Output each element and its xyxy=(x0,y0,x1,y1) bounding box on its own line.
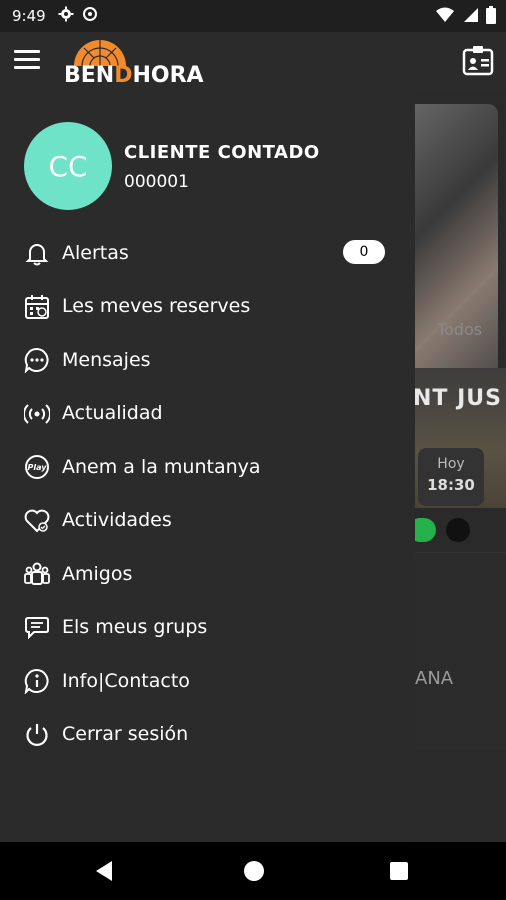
chat-bubble-icon xyxy=(24,347,50,374)
system-nav-bar xyxy=(0,842,506,900)
signal-icon xyxy=(462,7,478,27)
logo-text-accent: D xyxy=(114,63,133,88)
user-id: 000001 xyxy=(124,172,189,192)
menu-item-alertas[interactable]: Alertas 0 xyxy=(0,226,415,280)
play-icon: Play xyxy=(24,454,50,480)
menu-item-actividades[interactable]: Actividades xyxy=(0,494,415,548)
info-icon xyxy=(24,668,50,695)
wifi-icon xyxy=(436,7,454,27)
lower-card xyxy=(400,552,506,751)
alerts-count-badge: 0 xyxy=(343,240,385,264)
lower-card-text: ANA xyxy=(415,668,454,689)
people-icon xyxy=(24,561,50,587)
menu-item-muntanya[interactable]: Play Anem a la muntanya xyxy=(0,440,415,494)
event-time-box: Hoy 18:30 xyxy=(418,448,484,506)
menu-item-actualidad[interactable]: Actualidad xyxy=(0,387,415,441)
event-day: Hoy xyxy=(437,456,465,472)
menu-item-label: Els meus grups xyxy=(62,616,208,639)
power-icon xyxy=(24,722,50,748)
menu-item-logout[interactable]: Cerrar sesión xyxy=(0,708,415,762)
tab-todos[interactable]: Todos xyxy=(437,320,482,339)
menu-item-amigos[interactable]: Amigos xyxy=(0,547,415,601)
avatar[interactable]: CC xyxy=(24,122,112,210)
navigation-drawer: CC CLIENTE CONTADO 000001 Alertas 0 Les … xyxy=(0,92,415,842)
status-time: 9:49 xyxy=(12,7,46,25)
bell-icon xyxy=(24,240,50,266)
drawer-menu: Alertas 0 Les meves reserves Mensajes Ac… xyxy=(0,226,415,761)
data-saver-icon xyxy=(82,6,98,26)
group-chat-icon xyxy=(24,615,50,641)
menu-item-label: Les meves reserves xyxy=(62,295,251,318)
menu-item-grups[interactable]: Els meus grups xyxy=(0,601,415,655)
menu-item-label: Cerrar sesión xyxy=(62,723,189,746)
menu-item-label: Mensajes xyxy=(62,348,151,371)
category-icon xyxy=(446,518,470,542)
back-icon[interactable] xyxy=(94,860,114,886)
menu-item-label: Info|Contacto xyxy=(62,669,190,692)
battery-icon xyxy=(486,6,496,28)
heart-icon xyxy=(24,508,50,534)
event-title: NT JUS xyxy=(413,386,502,411)
menu-item-reservas[interactable]: Les meves reserves xyxy=(0,280,415,334)
menu-item-info[interactable]: Info|Contacto xyxy=(0,654,415,708)
menu-item-label: Amigos xyxy=(62,562,133,585)
broadcast-icon xyxy=(22,401,52,427)
menu-item-label: Actualidad xyxy=(62,402,163,425)
event-hour: 18:30 xyxy=(427,476,475,494)
logo-text-suffix: HORA xyxy=(132,63,204,88)
menu-item-label: Anem a la muntanya xyxy=(62,455,261,478)
menu-icon[interactable] xyxy=(14,50,40,72)
logo-text-prefix: BEN xyxy=(64,63,115,88)
gear-icon xyxy=(58,6,74,26)
app-logo: BENDHORA xyxy=(64,34,204,90)
app-bar: BENDHORA xyxy=(0,32,506,92)
recent-apps-icon[interactable] xyxy=(390,862,408,880)
user-name: CLIENTE CONTADO xyxy=(124,142,320,163)
menu-item-label: Actividades xyxy=(62,509,172,532)
id-card-icon[interactable] xyxy=(462,46,494,76)
menu-item-label: Alertas xyxy=(62,241,129,264)
home-icon[interactable] xyxy=(244,861,264,881)
svg-text:Play: Play xyxy=(28,463,48,472)
status-bar: 9:49 xyxy=(0,0,506,32)
menu-item-mensajes[interactable]: Mensajes xyxy=(0,333,415,387)
calendar-icon xyxy=(24,294,50,320)
